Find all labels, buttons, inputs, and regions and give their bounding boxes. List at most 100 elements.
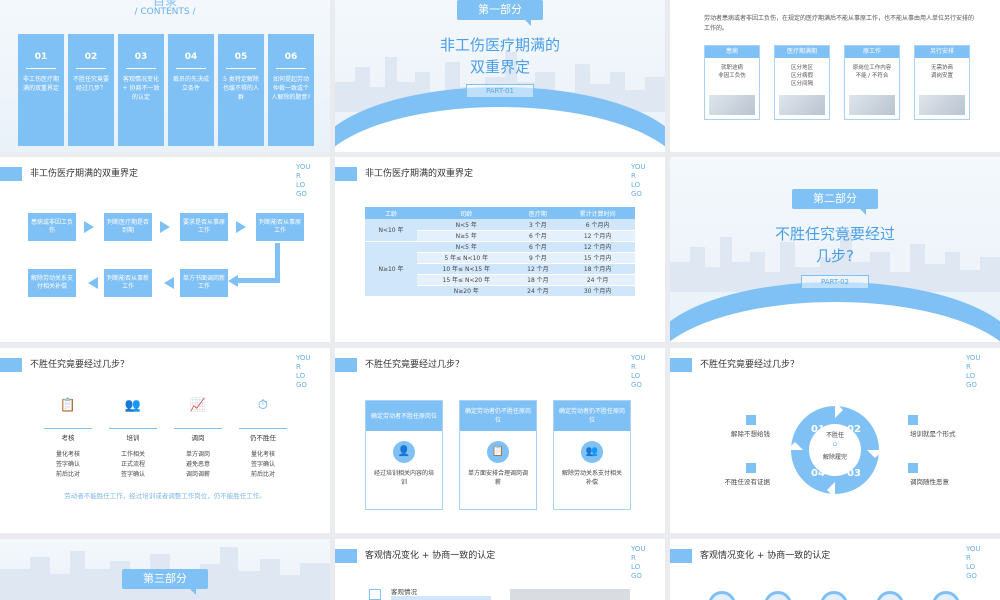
contents-item-number: 04: [184, 52, 198, 62]
contents-item[interactable]: 04 裁员的先决成立条件: [168, 34, 214, 146]
slide-table[interactable]: 非工伤医疗期满的双重界定 YOU R LO GO 工龄 司龄 医疗期 累计计算时间 N<10 …: [335, 157, 665, 342]
contents-item[interactable]: 03 客观情况变化 + 协商不一致的认定: [118, 34, 164, 146]
team-icon: 👥: [124, 398, 142, 413]
contents-item-number: 01: [34, 52, 48, 62]
label-icon: [908, 415, 918, 425]
contents-item-label: 客观情况变化 + 协商不一致的认定: [122, 76, 160, 101]
slide-cycle[interactable]: 不胜任究竟要经过几步？ YOU R LO GO 01 02 03 04 不胜任 ⌂ 解…: [670, 348, 1000, 533]
table-cell: 12 个月内: [560, 241, 635, 253]
logo: YOU R LO GO: [296, 163, 311, 198]
slide-part-01[interactable]: 第一部分 非工伤医疗期满的 双重界定 PART-01: [335, 0, 665, 152]
logo: YOU R LO GO: [966, 354, 981, 389]
chart-icon: 📈: [189, 398, 207, 413]
definition-card-text: 区分地区 区分病假 区分间隔: [790, 65, 813, 87]
table-cell: 3 个月: [515, 219, 561, 231]
table-cell: 24 个月: [515, 285, 561, 297]
part-title-line2: 双重界定: [469, 58, 530, 76]
definition-card-title: 另行安排: [915, 46, 969, 58]
part-title-line1: 不胜任究竟要经过: [774, 225, 895, 243]
table-cell: 10 年≤ N<15 年: [416, 263, 516, 275]
step-column-item: 单方调岗: [185, 451, 210, 458]
clipboard-icon: 📋: [487, 441, 509, 463]
definition-card: 原工作原岗位工作内容 不能 / 不符合: [844, 45, 900, 120]
contents-item-divider: [226, 68, 256, 69]
definition-card-title: 原工作: [845, 46, 899, 58]
contents-item-number: 05: [234, 52, 248, 62]
part-number: PART-02: [801, 275, 869, 289]
step-card-title: 确定劳动者仍不胜任原岗位: [460, 401, 536, 431]
card-photo: [779, 95, 825, 115]
arrow-icon: [160, 221, 170, 233]
contents-item-divider: [76, 68, 106, 69]
contents-item-number: 06: [284, 52, 298, 62]
step-column-title: 考核: [44, 428, 92, 442]
logo: YOU R LO GO: [966, 545, 981, 580]
step-column-title: 培训: [109, 428, 157, 442]
contents-item-label: 不胜任究竟要经过几步？: [72, 76, 109, 92]
contents-item-number: 03: [134, 52, 148, 62]
cycle-center-top: 不胜任: [825, 432, 844, 439]
definition-card-text: 原岗位工作内容 不能 / 不符合: [852, 65, 892, 79]
contents-item-label: 非工伤医疗期满的双重界定: [22, 76, 59, 92]
logo: YOU R LO GO: [631, 354, 646, 389]
slide-definition[interactable]: 劳动者患病或者非因工负伤，在规定的医疗期满后不能从事原工作，也不能从事由用人单位…: [670, 0, 1000, 152]
step-column-item: 前后比对: [55, 471, 80, 478]
table-header: 医疗期: [515, 207, 561, 219]
slide-title: 客观情况变化 + 协商一致的认定: [700, 551, 831, 561]
table-cell: 5 年≤ N<10 年: [416, 252, 516, 264]
logo: YOU R LO GO: [631, 163, 646, 198]
step-column-item: 量化考核: [250, 451, 275, 458]
arrow-icon: [164, 277, 174, 289]
step-column-item: 工作相关: [120, 451, 145, 458]
step-column-item: 避免恶意: [185, 461, 210, 468]
step-column-item: 签字确认: [55, 461, 80, 468]
part-title-line2: 几步?: [816, 247, 854, 265]
flow-step: 单方书面调岗新工作: [180, 269, 228, 297]
table-cell: 12 个月: [515, 263, 561, 275]
arrow-icon: [88, 277, 98, 289]
clipboard-icon: 📋: [59, 398, 77, 413]
table-cell: N≥20 年: [416, 285, 516, 297]
slide-step-cards[interactable]: 不胜任究竟要经过几步？ YOU R LO GO 确定劳动者不胜任原岗位 👤 经过培训相关内…: [335, 348, 665, 533]
table-cell: 12 个月内: [560, 230, 635, 242]
slide-objective-change-2[interactable]: 客观情况变化 + 协商一致的认定 YOU R LO GO: [670, 539, 1000, 600]
circle-icon: [876, 591, 904, 600]
slide-objective-change[interactable]: 客观情况变化 + 协商一致的认定 YOU R LO GO 客观情况: [335, 539, 665, 600]
part-tag: 第一部分: [457, 0, 543, 26]
contents-item[interactable]: 02 不胜任究竟要经过几步？: [68, 34, 114, 146]
slide-steps[interactable]: 不胜任究竟要经过几步？ YOU R LO GO 📋 考核 量化考核 签字确认 前后比对 👥 培训工…: [0, 348, 330, 533]
team-icon: 👥: [581, 441, 603, 463]
step-card: 确定劳动者仍不胜任原岗位 👥 解除劳动关系支付相关补偿: [553, 400, 631, 510]
slide-header: 不胜任究竟要经过几步？: [0, 358, 260, 372]
flow-step: 判断能否从事原工作: [256, 213, 304, 241]
card-photo: [849, 95, 895, 115]
step-card: 确定劳动者不胜任原岗位 👤 经过培训相关内容的培训: [365, 400, 443, 510]
step-card-text: 经过培训相关内容的培训: [374, 470, 435, 486]
card-photo: [919, 95, 965, 115]
part-number: PART-01: [466, 84, 534, 98]
slide-part-03[interactable]: 第三部分: [0, 539, 330, 600]
header-bar: [670, 358, 692, 372]
flow-step: 判断医疗期是否到期: [104, 213, 152, 241]
cycle-center-bottom: 解除履完: [822, 454, 847, 461]
label-icon: [746, 415, 756, 425]
circle-icon: [932, 591, 960, 600]
contents-item[interactable]: 05 5 类特定解除也缓不得的人群: [218, 34, 264, 146]
contents-item[interactable]: 06 如何提起劳动仲裁一致或个人解除的题意?: [268, 34, 314, 146]
slide-contents[interactable]: 目录 / CONTENTS / 01 非工伤医疗期满的双重界定 02 不胜任究竟要经过…: [0, 0, 330, 152]
slide-part-02[interactable]: 第二部分 不胜任究竟要经过 几步? PART-02: [670, 157, 1000, 342]
part-tag: 第二部分: [792, 189, 878, 215]
table-cell: 6 个月: [515, 241, 561, 253]
slide-flowchart[interactable]: 非工伤医疗期满的双重界定 YOU R LO GO 患病或非因工负伤 判断医疗期是否到期要…: [0, 157, 330, 342]
contents-item[interactable]: 01 非工伤医疗期满的双重界定: [18, 34, 64, 146]
contents-item-divider: [176, 68, 206, 69]
table-cell: 24 个月: [560, 274, 635, 286]
header-bar: [335, 549, 357, 563]
definition-card-title: 医疗期满期: [775, 46, 829, 58]
table-cell: 18 个月: [515, 274, 561, 286]
cycle-label: 培训就是个形式: [910, 430, 956, 438]
contents-item-label: 裁员的先决成立条件: [172, 76, 209, 92]
circle-icon: [708, 591, 736, 600]
step-card-title: 确定劳动者仍不胜任原岗位: [554, 401, 630, 431]
cycle-diagram: 01 02 03 04: [787, 402, 883, 498]
